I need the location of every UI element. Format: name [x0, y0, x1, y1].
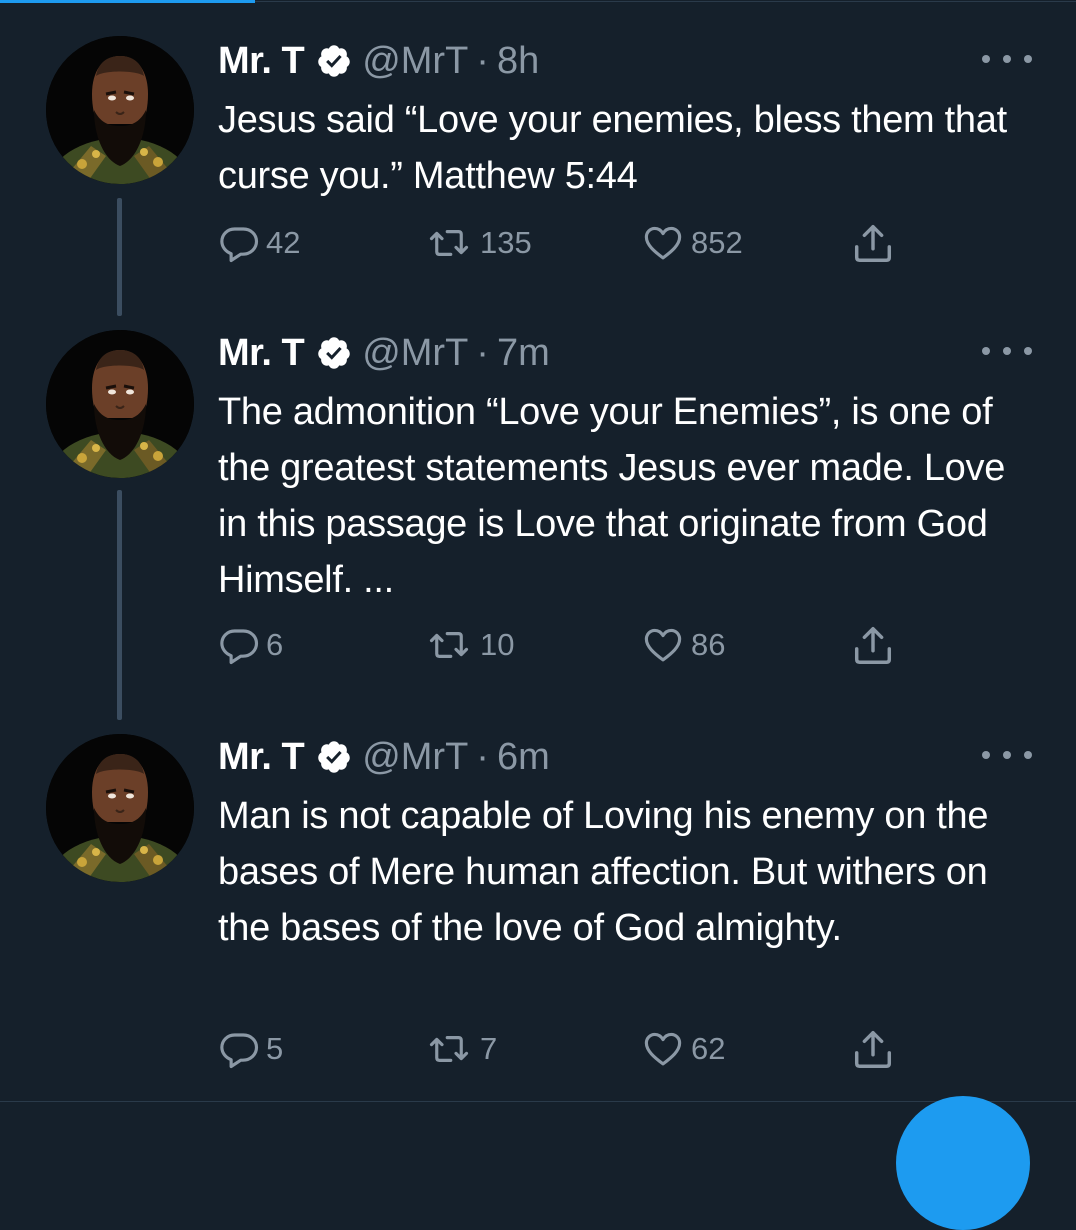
reply-button[interactable]: 5 — [218, 1024, 283, 1074]
retweet-count: 135 — [480, 225, 532, 260]
separator-dot: · — [476, 331, 489, 374]
share-icon — [850, 1026, 896, 1072]
tweet-header: Mr. T @MrT · 7m — [218, 328, 550, 378]
more-horizontal-icon[interactable] — [982, 336, 1032, 366]
like-count: 62 — [691, 1031, 726, 1066]
user-handle[interactable]: @MrT — [362, 40, 468, 83]
retweet-icon — [424, 624, 474, 666]
like-button[interactable]: 852 — [641, 218, 743, 268]
bottom-divider — [0, 1101, 1076, 1102]
top-divider — [255, 1, 1076, 2]
like-button[interactable]: 86 — [641, 620, 725, 670]
reply-count: 42 — [266, 225, 301, 260]
reply-button[interactable]: 42 — [218, 218, 300, 268]
retweet-icon — [424, 222, 474, 264]
share-icon — [850, 220, 896, 266]
share-button[interactable] — [850, 620, 896, 670]
tweet-header: Mr. T @MrT · 6m — [218, 732, 550, 782]
separator-dot: · — [476, 735, 489, 778]
user-handle[interactable]: @MrT — [362, 736, 468, 779]
heart-icon — [641, 1028, 685, 1070]
avatar[interactable] — [46, 330, 194, 478]
reply-count: 5 — [266, 1031, 284, 1066]
tweet-header: Mr. T @MrT · 8h — [218, 36, 539, 86]
avatar[interactable] — [46, 734, 194, 882]
reply-icon — [218, 1028, 260, 1070]
tweet-actions: 6 10 86 — [218, 620, 918, 670]
share-button[interactable] — [850, 1024, 896, 1074]
retweet-icon — [424, 1028, 474, 1070]
retweet-button[interactable]: 7 — [424, 1024, 497, 1074]
timestamp[interactable]: 7m — [497, 332, 550, 375]
reply-icon — [218, 624, 260, 666]
verified-badge-icon — [316, 739, 352, 775]
reply-count: 6 — [266, 627, 284, 662]
verified-badge-icon — [316, 335, 352, 371]
like-count: 852 — [691, 225, 743, 260]
like-button[interactable]: 62 — [641, 1024, 725, 1074]
top-tab-indicator — [0, 0, 255, 3]
verified-badge-icon — [316, 43, 352, 79]
like-count: 86 — [691, 627, 726, 662]
separator-dot: · — [476, 39, 489, 82]
thread-connector-line — [117, 198, 122, 316]
share-icon — [850, 622, 896, 668]
display-name[interactable]: Mr. T — [218, 736, 305, 779]
display-name[interactable]: Mr. T — [218, 332, 305, 375]
tweet-text: Man is not capable of Loving his enemy o… — [218, 795, 989, 949]
reply-button[interactable]: 6 — [218, 620, 283, 670]
more-horizontal-icon[interactable] — [982, 44, 1032, 74]
timestamp[interactable]: 6m — [497, 736, 550, 779]
tweet-text: Jesus said “Love your enemies, bless the… — [218, 99, 1007, 197]
retweet-button[interactable]: 10 — [424, 620, 514, 670]
heart-icon — [641, 624, 685, 666]
more-horizontal-icon[interactable] — [982, 740, 1032, 770]
reply-icon — [218, 222, 260, 264]
thread-connector-line — [117, 490, 122, 720]
timestamp[interactable]: 8h — [497, 40, 539, 83]
share-button[interactable] — [850, 218, 896, 268]
heart-icon — [641, 222, 685, 264]
tweet-text: The admonition “Love your Enemies”, is o… — [218, 391, 1006, 601]
avatar[interactable] — [46, 36, 194, 184]
retweet-count: 10 — [480, 627, 515, 662]
display-name[interactable]: Mr. T — [218, 40, 305, 83]
retweet-button[interactable]: 135 — [424, 218, 532, 268]
tweet-actions: 42 135 852 — [218, 218, 918, 268]
user-handle[interactable]: @MrT — [362, 332, 468, 375]
retweet-count: 7 — [480, 1031, 498, 1066]
compose-tweet-button[interactable] — [896, 1096, 1030, 1230]
tweet-actions: 5 7 62 — [218, 1024, 918, 1074]
